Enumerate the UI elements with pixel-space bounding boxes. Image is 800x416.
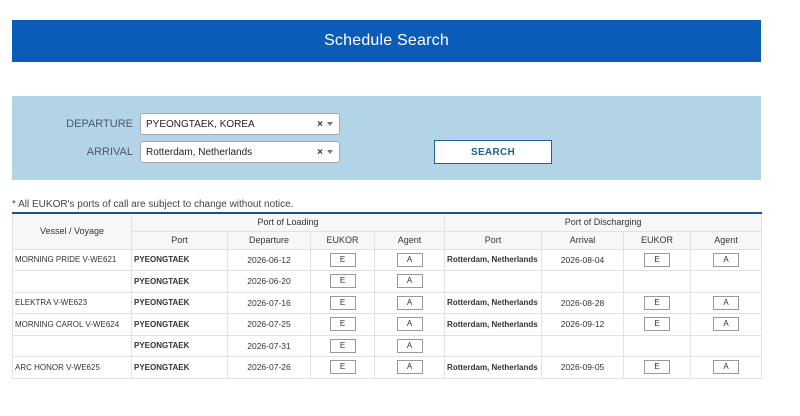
empty-cell bbox=[690, 270, 763, 293]
loading-port: PYEONGTAEK bbox=[131, 356, 228, 379]
discharging-port: Rotterdam, Netherlands bbox=[444, 356, 543, 379]
loading-port: PYEONGTAEK bbox=[131, 291, 228, 314]
departure-select[interactable]: PYEONGTAEK, KOREA × bbox=[140, 113, 340, 135]
arrival-date bbox=[541, 334, 625, 357]
discharging-eukor-button[interactable]: E bbox=[644, 317, 671, 332]
table-row: MORNING CAROL V-WE624 PYEONGTAEK 2026-07… bbox=[12, 313, 763, 336]
loading-eukor-button[interactable]: E bbox=[329, 295, 356, 310]
col-loading-agent: Agent bbox=[373, 230, 446, 250]
departure-date: 2026-06-20 bbox=[227, 270, 311, 293]
table-row: PYEONGTAEK 2026-07-31 E A bbox=[12, 334, 763, 357]
loading-agent-button[interactable]: A bbox=[396, 360, 423, 375]
loading-agent-button[interactable]: A bbox=[396, 317, 423, 332]
loading-agent-button[interactable]: A bbox=[396, 338, 423, 353]
col-loading-eukor: EUKOR bbox=[310, 230, 375, 250]
loading-eukor-button[interactable]: E bbox=[329, 317, 356, 332]
departure-label: DEPARTURE bbox=[66, 118, 133, 130]
discharging-port: Rotterdam, Netherlands bbox=[444, 313, 543, 336]
search-button[interactable]: SEARCH bbox=[434, 140, 552, 164]
schedule-table: Vessel / Voyage Port of Loading Port of … bbox=[12, 212, 763, 379]
vessel-voyage: MORNING PRIDE V-WE621 bbox=[12, 248, 132, 271]
col-arrival: Arrival bbox=[541, 230, 625, 250]
page-header: Schedule Search bbox=[12, 20, 761, 62]
discharging-port bbox=[444, 334, 543, 357]
loading-port: PYEONGTAEK bbox=[131, 248, 228, 271]
arrival-date: 2026-09-12 bbox=[541, 313, 625, 336]
empty-cell bbox=[623, 334, 692, 357]
loading-port: PYEONGTAEK bbox=[131, 313, 228, 336]
arrival-select[interactable]: Rotterdam, Netherlands × bbox=[140, 141, 340, 163]
empty-cell bbox=[690, 334, 763, 357]
departure-chevron-down-icon[interactable] bbox=[327, 122, 333, 126]
col-discharging-eukor: EUKOR bbox=[623, 230, 692, 250]
departure-date: 2026-06-12 bbox=[227, 248, 311, 271]
schedule-notice: * All EUKOR's ports of call are subject … bbox=[12, 199, 294, 210]
col-vessel-voyage: Vessel / Voyage bbox=[12, 212, 132, 250]
empty-cell bbox=[623, 270, 692, 293]
table-row: MORNING PRIDE V-WE621 PYEONGTAEK 2026-06… bbox=[12, 248, 763, 271]
loading-eukor-button[interactable]: E bbox=[329, 252, 356, 267]
loading-eukor-button[interactable]: E bbox=[329, 338, 356, 353]
discharging-port: Rotterdam, Netherlands bbox=[444, 248, 543, 271]
table-row: ARC HONOR V-WE625 PYEONGTAEK 2026-07-26 … bbox=[12, 356, 763, 379]
loading-port: PYEONGTAEK bbox=[131, 334, 228, 357]
loading-agent-button[interactable]: A bbox=[396, 252, 423, 267]
vessel-voyage bbox=[12, 334, 132, 357]
discharging-agent-button[interactable]: A bbox=[713, 252, 740, 267]
loading-port: PYEONGTAEK bbox=[131, 270, 228, 293]
departure-date: 2026-07-25 bbox=[227, 313, 311, 336]
arrival-date: 2026-08-04 bbox=[541, 248, 625, 271]
arrival-date: 2026-09-05 bbox=[541, 356, 625, 379]
departure-date: 2026-07-31 bbox=[227, 334, 311, 357]
discharging-eukor-button[interactable]: E bbox=[644, 295, 671, 310]
discharging-eukor-button[interactable]: E bbox=[644, 252, 671, 267]
arrival-clear-icon[interactable]: × bbox=[317, 147, 323, 158]
vessel-voyage: MORNING CAROL V-WE624 bbox=[12, 313, 132, 336]
col-discharging-agent: Agent bbox=[690, 230, 763, 250]
discharging-port: Rotterdam, Netherlands bbox=[444, 291, 543, 314]
discharging-agent-button[interactable]: A bbox=[713, 295, 740, 310]
col-discharging-port: Port bbox=[444, 230, 543, 250]
arrival-chevron-down-icon[interactable] bbox=[327, 150, 333, 154]
table-row: ELEKTRA V-WE623 PYEONGTAEK 2026-07-16 E … bbox=[12, 291, 763, 314]
arrival-date bbox=[541, 270, 625, 293]
arrival-date: 2026-08-28 bbox=[541, 291, 625, 314]
departure-clear-icon[interactable]: × bbox=[317, 119, 323, 130]
loading-agent-button[interactable]: A bbox=[396, 274, 423, 289]
loading-eukor-button[interactable]: E bbox=[329, 274, 356, 289]
departure-date: 2026-07-16 bbox=[227, 291, 311, 314]
table-row: PYEONGTAEK 2026-06-20 E A bbox=[12, 270, 763, 293]
departure-date: 2026-07-26 bbox=[227, 356, 311, 379]
col-departure: Departure bbox=[227, 230, 311, 250]
loading-agent-button[interactable]: A bbox=[396, 295, 423, 310]
departure-value: PYEONGTAEK, KOREA bbox=[146, 118, 255, 130]
col-loading-port: Port bbox=[131, 230, 228, 250]
discharging-port bbox=[444, 270, 543, 293]
arrival-value: Rotterdam, Netherlands bbox=[146, 146, 253, 158]
vessel-voyage bbox=[12, 270, 132, 293]
loading-eukor-button[interactable]: E bbox=[329, 360, 356, 375]
discharging-agent-button[interactable]: A bbox=[713, 360, 740, 375]
discharging-agent-button[interactable]: A bbox=[713, 317, 740, 332]
page-title: Schedule Search bbox=[324, 32, 449, 49]
col-group-port-of-loading: Port of Loading bbox=[130, 212, 446, 232]
discharging-eukor-button[interactable]: E bbox=[644, 360, 671, 375]
col-group-port-of-discharging: Port of Discharging bbox=[444, 212, 763, 232]
vessel-voyage: ELEKTRA V-WE623 bbox=[12, 291, 132, 314]
vessel-voyage: ARC HONOR V-WE625 bbox=[12, 356, 132, 379]
arrival-label: ARRIVAL bbox=[86, 146, 133, 158]
search-panel: DEPARTURE PYEONGTAEK, KOREA × ARRIVAL Ro… bbox=[12, 96, 761, 180]
